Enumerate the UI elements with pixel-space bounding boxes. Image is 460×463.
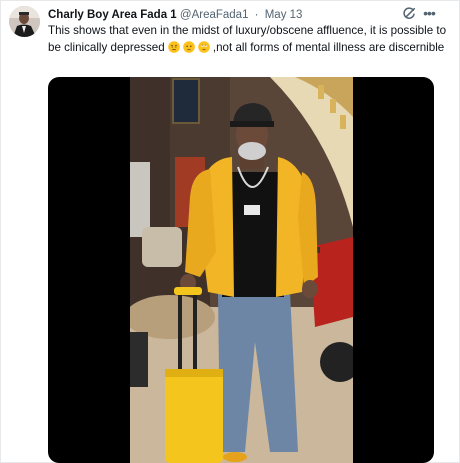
worried-face-emoji-icon	[183, 40, 195, 53]
video-media[interactable]	[48, 77, 434, 463]
author-handle[interactable]: @AreaFada1	[180, 9, 249, 21]
avatar-image	[9, 6, 40, 37]
face-with-rolling-eyes-emoji-icon	[198, 40, 210, 53]
tweet-text: This shows that even in the midst of lux…	[48, 23, 448, 56]
header-separator: ·	[254, 9, 259, 21]
more-options-icon[interactable]: •••	[421, 6, 437, 22]
tweet-date[interactable]: May 13	[265, 9, 303, 21]
tweet-card[interactable]: Charly Boy Area Fada 1 @AreaFada1 · May …	[0, 0, 460, 463]
author-name[interactable]: Charly Boy Area Fada 1	[48, 9, 177, 21]
grok-icon[interactable]	[402, 7, 416, 21]
tweet-header: Charly Boy Area Fada 1 @AreaFada1 · May …	[48, 7, 399, 23]
tweet-text-part2: ,not all forms of mental illness are dis…	[212, 40, 445, 54]
avatar[interactable]	[9, 6, 40, 37]
disappointed-face-emoji-icon	[168, 40, 180, 53]
video-frame	[130, 77, 353, 463]
